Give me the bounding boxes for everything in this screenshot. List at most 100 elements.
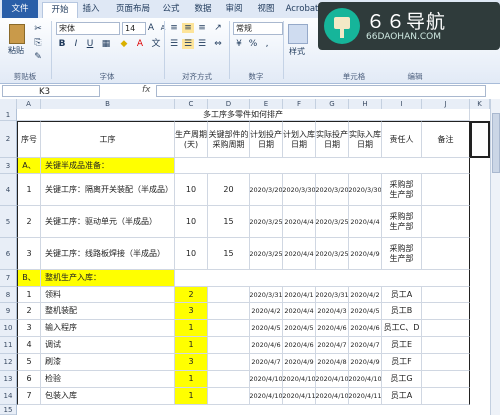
header-remark[interactable]: 备注 [422, 121, 470, 158]
b-row-process[interactable]: 输入程序 [41, 320, 175, 337]
b-row-plan-store[interactable]: 2020/4/9 [283, 354, 316, 371]
column-header[interactable]: K [470, 99, 490, 109]
section-b-blank[interactable] [175, 270, 470, 287]
b-row-blank[interactable] [208, 287, 250, 303]
paste-button[interactable] [6, 22, 28, 44]
b-row-process[interactable]: 包装入库 [41, 388, 175, 405]
b-row-act-start[interactable]: 2020/4/8 [316, 354, 349, 371]
b-row-seq[interactable]: 5 [17, 354, 41, 371]
b-row-plan-start[interactable]: 2020/4/5 [250, 320, 283, 337]
row-header[interactable]: 5 [0, 206, 16, 238]
a-row-plan-store[interactable]: 2020/3/30 [283, 174, 316, 206]
copy-icon[interactable]: ⎘ [32, 38, 44, 48]
row-header[interactable]: 8 [0, 287, 16, 303]
font-size-select[interactable]: 14 [122, 22, 146, 35]
b-row-owner[interactable]: 员工A [382, 388, 422, 405]
styles-icon[interactable] [288, 24, 308, 44]
tab-home[interactable]: 开始 [42, 2, 78, 18]
b-row-plan-store[interactable]: 2020/4/1 [283, 287, 316, 303]
insert-function-icon[interactable]: fx [142, 85, 151, 95]
tab-acrobat[interactable]: Acrobat [284, 2, 320, 17]
merge-center-icon[interactable]: ⇔ [212, 39, 224, 49]
italic-icon[interactable]: I [70, 39, 82, 49]
tab-view[interactable]: 视图 [255, 2, 277, 17]
section-b-seq[interactable]: B、 [17, 270, 41, 287]
b-row-cycle[interactable]: 3 [175, 303, 208, 320]
b-row-cycle[interactable]: 1 [175, 388, 208, 405]
a-row-process[interactable]: 关键工序：线路板焊接（半成品） [41, 238, 175, 270]
tab-data[interactable]: 数据 [192, 2, 214, 17]
header-purchase[interactable]: 关键部件的采购周期 [208, 121, 250, 158]
b-row-blank[interactable] [422, 354, 470, 371]
b-row-cycle[interactable]: 1 [175, 320, 208, 337]
column-header[interactable]: F [283, 99, 316, 109]
row-header[interactable]: 9 [0, 303, 16, 320]
b-row-process[interactable]: 调试 [41, 337, 175, 354]
column-header[interactable]: I [382, 99, 422, 109]
tab-insert[interactable]: 插入 [80, 2, 102, 17]
header-seq[interactable]: 序号 [17, 121, 41, 158]
b-row-owner[interactable]: 员工C、D [382, 320, 422, 337]
section-a-title[interactable]: 关键半成品准备： [41, 158, 175, 174]
phonetic-icon[interactable]: 文 [150, 39, 162, 49]
section-a-seq[interactable]: A、 [17, 158, 41, 174]
b-row-blank[interactable] [208, 371, 250, 388]
row-header[interactable]: 7 [0, 270, 16, 287]
selected-cell[interactable] [470, 121, 490, 158]
a-row-plan-store[interactable]: 2020/4/4 [283, 206, 316, 238]
row-header[interactable]: 4 [0, 174, 16, 206]
section-a-blank[interactable] [175, 158, 470, 174]
row-header[interactable]: 6 [0, 238, 16, 270]
b-row-act-start[interactable]: 2020/4/7 [316, 337, 349, 354]
column-header[interactable]: G [316, 99, 349, 109]
b-row-act-start[interactable]: 2020/3/31 [316, 287, 349, 303]
align-bottom-icon[interactable]: ≡ [196, 23, 208, 33]
a-row-owner[interactable]: 采购部 生产部 [382, 238, 422, 270]
row-header[interactable]: 12 [0, 354, 16, 371]
row-header[interactable]: 1 [0, 109, 16, 121]
row-header[interactable]: 15 [0, 405, 16, 415]
b-row-blank[interactable] [208, 388, 250, 405]
row-header[interactable]: 11 [0, 337, 16, 354]
column-header[interactable]: A [17, 99, 41, 109]
formula-input[interactable] [156, 85, 486, 97]
b-row-cycle[interactable]: 3 [175, 354, 208, 371]
align-right-icon[interactable]: ☰ [196, 39, 208, 49]
orientation-icon[interactable]: ↗ [212, 23, 224, 33]
b-row-blank[interactable] [422, 337, 470, 354]
number-format-select[interactable]: 常规 [233, 22, 283, 35]
b-row-plan-start[interactable]: 2020/3/31 [250, 287, 283, 303]
column-header[interactable]: E [250, 99, 283, 109]
currency-icon[interactable]: ¥ [233, 39, 245, 49]
a-row-plan-start[interactable]: 2020/3/25 [250, 238, 283, 270]
b-row-plan-start[interactable]: 2020/4/2 [250, 303, 283, 320]
b-row-blank[interactable] [208, 354, 250, 371]
b-row-seq[interactable]: 6 [17, 371, 41, 388]
b-row-blank[interactable] [422, 388, 470, 405]
a-row-seq[interactable]: 3 [17, 238, 41, 270]
b-row-plan-start[interactable]: 2020/4/10 [250, 371, 283, 388]
underline-icon[interactable]: U [84, 39, 96, 49]
b-row-seq[interactable]: 3 [17, 320, 41, 337]
a-row-actual-start[interactable]: 2020/3/20 [316, 174, 349, 206]
b-row-plan-start[interactable]: 2020/4/7 [250, 354, 283, 371]
header-process[interactable]: 工序 [41, 121, 175, 158]
a-row-process[interactable]: 关键工序：隔离开关装配（半成品） [41, 174, 175, 206]
b-row-plan-store[interactable]: 2020/4/10 [283, 371, 316, 388]
a-row-actual-start[interactable]: 2020/3/25 [316, 206, 349, 238]
a-row-cycle[interactable]: 10 [175, 206, 208, 238]
name-box[interactable]: K3 [2, 85, 100, 97]
b-row-cycle[interactable]: 1 [175, 371, 208, 388]
column-header[interactable]: D [208, 99, 250, 109]
b-row-blank[interactable] [422, 287, 470, 303]
b-row-process[interactable]: 刷漆 [41, 354, 175, 371]
row-header[interactable]: 2 [0, 121, 16, 158]
b-row-owner[interactable]: 员工E [382, 337, 422, 354]
column-header[interactable]: B [41, 99, 175, 109]
b-row-blank[interactable] [422, 371, 470, 388]
b-row-blank[interactable] [208, 337, 250, 354]
b-row-process[interactable]: 整机装配 [41, 303, 175, 320]
format-painter-icon[interactable]: ✎ [32, 52, 44, 62]
row-header[interactable]: 10 [0, 320, 16, 337]
a-row-actual-store[interactable]: 2020/4/4 [349, 206, 382, 238]
